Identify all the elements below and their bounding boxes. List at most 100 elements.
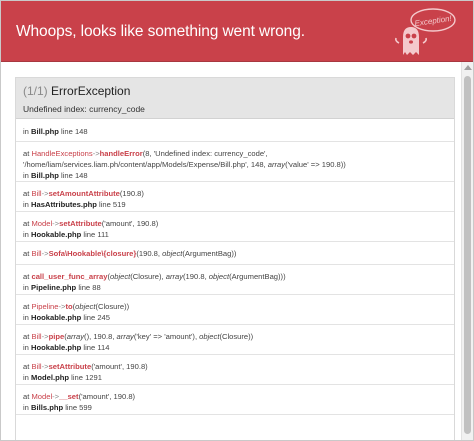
frame-method: handleError (99, 149, 143, 158)
frame-class: Model (31, 219, 53, 228)
arg-type: object (199, 332, 220, 341)
at-label: at (23, 249, 30, 258)
frame-call: at Model->__set('amount', 190.8) (23, 392, 136, 401)
frame-class: Bill (31, 249, 42, 258)
stack-frame[interactable]: in Bill.php line 148 (16, 119, 454, 142)
frame-call: at call_user_func_array(object(Closure),… (23, 272, 286, 281)
stack-frame[interactable]: at call_user_func_array(object(Closure),… (16, 265, 454, 295)
error-title: Whoops, looks like something went wrong. (16, 23, 305, 40)
frame-location: in Bill.php line 148 (23, 170, 447, 181)
vertical-scrollbar[interactable] (461, 62, 473, 440)
arg-type: object (110, 272, 131, 281)
frame-call: at Bill->pipe(array(), 190.8, array('key… (23, 332, 254, 341)
exception-count: (1/1) (23, 84, 48, 98)
frame-line: line 245 (83, 313, 110, 322)
frame-method: setAttribute (48, 362, 92, 371)
frame-location: in Model.php line 1291 (23, 372, 447, 383)
frame-line: line 148 (61, 127, 88, 136)
stack-frame[interactable]: at Bill->setAmountAttribute(190.8) in Has… (16, 182, 454, 212)
frame-method: call_user_func_array (31, 272, 108, 281)
at-label: at (23, 219, 30, 228)
error-page: Whoops, looks like something went wrong.… (0, 0, 474, 441)
ghost-mascot-icon: Exception! (395, 8, 456, 55)
frame-class: Bill (31, 189, 42, 198)
frame-class: Model (31, 392, 53, 401)
stack-frame[interactable]: at Model->__set('amount', 190.8) in Bills… (16, 385, 454, 415)
arg-type: object (75, 302, 96, 311)
frame-class: Bill (31, 332, 42, 341)
stack-frame[interactable]: at HandleExceptions->handleError(8, 'Und… (16, 142, 454, 182)
frame-line: line 599 (65, 403, 92, 412)
frame-method: setAmountAttribute (48, 189, 120, 198)
frame-args: 'amount', 190.8) (81, 392, 136, 401)
arrow: -> (41, 249, 49, 258)
at-label: at (23, 272, 30, 281)
frame-call: at Bill->Sofa\Hookable\{closure}(190.8, … (23, 249, 237, 258)
frame-location: in Hookable.php line 114 (23, 342, 447, 353)
frame-class: HandleExceptions (31, 149, 93, 158)
stack-frame[interactable]: at Model->setAttribute('amount', 190.8) i… (16, 212, 454, 242)
frame-location: in Bills.php line 599 (23, 402, 447, 413)
frame-args: object(Closure), array(190.8, object(Arg… (110, 272, 286, 281)
frame-method: Sofa\Hookable\{closure} (48, 249, 137, 258)
arrow: -> (92, 149, 100, 158)
frame-args: 190.8, object(ArgumentBag)) (138, 249, 237, 258)
frame-class: Pipeline (31, 302, 59, 311)
frame-line: line 148 (61, 171, 88, 180)
frame-location: in HasAttributes.php line 519 (23, 199, 447, 210)
stack-frames: in Bill.php line 148 at HandleExceptions-… (16, 119, 454, 415)
frame-call: at Pipeline->to(object(Closure)) (23, 302, 130, 311)
frame-args: 'amount', 190.8) (93, 362, 148, 371)
in-label: in (23, 230, 29, 239)
exception-message: Undefined index: currency_code (23, 104, 145, 114)
in-label: in (23, 127, 29, 136)
in-label: in (23, 313, 29, 322)
arrow: -> (41, 189, 49, 198)
frame-location: in Pipeline.php line 88 (23, 282, 447, 293)
frame-method: setAttribute (59, 219, 102, 228)
stack-frame[interactable]: at Bill->Sofa\Hookable\{closure}(190.8, … (16, 242, 454, 265)
arrow: -> (41, 332, 49, 341)
frame-args: object(Closure)) (75, 302, 130, 311)
stack-trace-area[interactable]: (1/1) ErrorException Undefined index: cu… (1, 62, 461, 440)
exception-panel: (1/1) ErrorException Undefined index: cu… (15, 77, 455, 440)
frame-file: Hookable.php (31, 343, 82, 352)
scrollbar-thumb[interactable] (464, 76, 471, 434)
frame-args: 'amount', 190.8) (104, 219, 159, 228)
frame-method: pipe (48, 332, 65, 341)
frame-call: at HandleExceptions->handleError(8, 'Und… (23, 149, 346, 169)
frame-class: Bill (31, 362, 42, 371)
exception-header: (1/1) ErrorException Undefined index: cu… (16, 78, 454, 119)
stack-frame[interactable]: at Pipeline->to(object(Closure)) in Hooka… (16, 295, 454, 325)
frame-location: in Bill.php line 148 (23, 126, 447, 137)
frame-file: Bills.php (31, 403, 64, 412)
stack-frame[interactable]: at Bill->pipe(array(), 190.8, array('key… (16, 325, 454, 355)
frame-method: __set (59, 392, 79, 401)
in-label: in (23, 200, 29, 209)
exception-title: (1/1) ErrorException (23, 84, 454, 98)
frame-line: line 519 (99, 200, 126, 209)
in-label: in (23, 343, 29, 352)
frame-line: line 114 (83, 343, 110, 352)
error-header: Whoops, looks like something went wrong.… (1, 1, 473, 62)
exception-name: ErrorException (51, 84, 131, 98)
arg-type: array (116, 332, 134, 341)
frame-file: Pipeline.php (31, 283, 77, 292)
at-label: at (23, 149, 30, 158)
frame-file: HasAttributes.php (31, 200, 97, 209)
frame-args: 190.8) (122, 189, 144, 198)
frame-file: Bill.php (31, 171, 59, 180)
frame-location: in Hookable.php line 245 (23, 312, 447, 323)
at-label: at (23, 362, 30, 371)
at-label: at (23, 189, 30, 198)
arg-type: array (267, 160, 286, 169)
at-label: at (23, 302, 30, 311)
arg-type: object (208, 272, 230, 281)
frame-args: array(), 190.8, array('key' => 'amount')… (66, 332, 254, 341)
frame-line: line 111 (83, 230, 109, 239)
scroll-up-icon[interactable] (464, 65, 472, 70)
stack-frame[interactable]: at Bill->setAttribute('amount', 190.8) in… (16, 355, 454, 385)
arg-type: object (162, 249, 183, 258)
frame-call: at Model->setAttribute('amount', 190.8) (23, 219, 159, 228)
frame-call: at Bill->setAttribute('amount', 190.8) (23, 362, 148, 371)
